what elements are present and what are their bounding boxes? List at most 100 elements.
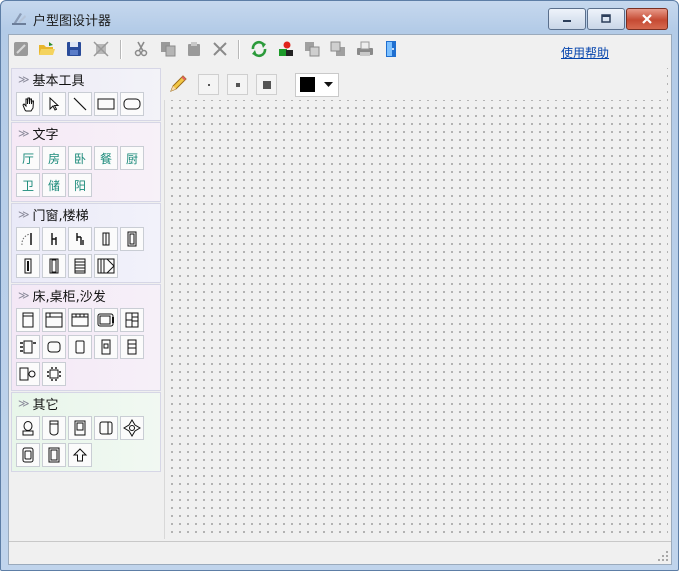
toilet-tool[interactable]: [16, 416, 40, 440]
text-tool-kitchen[interactable]: 厨: [120, 146, 144, 170]
rectangle-tool[interactable]: [94, 92, 118, 116]
large-brush-button[interactable]: [256, 74, 277, 95]
arrow-up-tool[interactable]: [68, 443, 92, 467]
print-button[interactable]: [355, 39, 375, 59]
desk-chair-tool[interactable]: [16, 362, 40, 386]
cabinet-top-tool[interactable]: [42, 308, 66, 332]
text-tool-bedroom[interactable]: 卧: [68, 146, 92, 170]
category-header[interactable]: ≫ 基本工具: [12, 69, 160, 89]
bathtub-tool[interactable]: [42, 416, 66, 440]
category-text: ≫ 文字 厅 房 卧 餐 厨 卫 储 阳: [11, 122, 161, 202]
cabinet-wide-tool[interactable]: [68, 308, 92, 332]
stairs-turn-tool[interactable]: [94, 254, 118, 278]
stove-tool[interactable]: [42, 443, 66, 467]
window-tall-tool[interactable]: [42, 254, 66, 278]
plant-tool[interactable]: [120, 416, 144, 440]
sofa-tool[interactable]: [94, 308, 118, 332]
cut-icon: [134, 41, 148, 57]
category-title: 其它: [32, 397, 59, 413]
door-right-tool[interactable]: [42, 227, 66, 251]
text-tool-balcony[interactable]: 阳: [68, 173, 92, 197]
line-tool[interactable]: [68, 92, 92, 116]
maximize-icon: [601, 14, 611, 23]
text-tool-storage[interactable]: 储: [42, 173, 66, 197]
table-chairs-tool[interactable]: [42, 362, 66, 386]
door-left-icon: [76, 233, 84, 245]
text-tool-room[interactable]: 房: [42, 146, 66, 170]
table-round-tool[interactable]: [42, 335, 66, 359]
text-tool-living[interactable]: 厅: [16, 146, 40, 170]
wardrobe-tool[interactable]: [16, 308, 40, 332]
nightstand-icon: [101, 339, 111, 355]
sink-tool[interactable]: [94, 416, 118, 440]
layers-button[interactable]: [276, 39, 296, 59]
rounded-rect-tool[interactable]: [120, 92, 144, 116]
table-rect-tool[interactable]: [68, 335, 92, 359]
close-icon: [642, 14, 652, 24]
arrow-up-icon: [72, 448, 88, 462]
new-button[interactable]: [11, 39, 31, 59]
medium-brush-icon: [235, 82, 240, 87]
resize-grip-icon[interactable]: [658, 551, 668, 561]
fridge-tool[interactable]: [68, 416, 92, 440]
category-header[interactable]: ≫ 文字: [12, 123, 160, 143]
category-header[interactable]: ≫ 门窗,楼梯: [12, 204, 160, 224]
category-header[interactable]: ≫ 床,桌柜,沙发: [12, 285, 160, 305]
bookshelf-tool[interactable]: [120, 308, 144, 332]
dining-set-tool[interactable]: [16, 335, 40, 359]
text-tool-bathroom[interactable]: 卫: [16, 173, 40, 197]
save-button[interactable]: [64, 39, 84, 59]
cut-button[interactable]: [131, 39, 151, 59]
door-left-tool[interactable]: [68, 227, 92, 251]
small-brush-button[interactable]: [198, 74, 219, 95]
bookshelf-icon: [125, 312, 139, 328]
sliding-door-tool[interactable]: [16, 254, 40, 278]
exit-button[interactable]: [381, 39, 401, 59]
washer-tool[interactable]: [16, 443, 40, 467]
drawing-canvas[interactable]: [164, 68, 668, 539]
clear-button[interactable]: [91, 39, 111, 59]
toilet-icon: [22, 421, 34, 436]
help-link[interactable]: 使用帮助: [561, 44, 609, 61]
sink-icon: [99, 421, 113, 435]
delete-button[interactable]: [210, 39, 230, 59]
stairs-turn-icon: [97, 258, 115, 274]
bring-front-button[interactable]: [302, 39, 322, 59]
rectangle-tool-icon: [97, 98, 115, 110]
select-tool[interactable]: [42, 92, 66, 116]
line-tool-icon: [73, 97, 87, 111]
dropdown-arrow-icon: [324, 82, 333, 87]
hand-tool[interactable]: [16, 92, 40, 116]
canvas-toolbar: [164, 68, 667, 100]
window-tool[interactable]: [94, 227, 118, 251]
hand-tool-icon: [22, 97, 35, 112]
copy-button[interactable]: [158, 39, 178, 59]
category-header[interactable]: ≫ 其它: [12, 393, 160, 413]
window-icon: [102, 232, 110, 246]
open-button[interactable]: [37, 39, 57, 59]
plant-icon: [123, 419, 141, 437]
window-title: 户型图设计器: [33, 14, 112, 29]
minimize-button[interactable]: [548, 8, 586, 30]
close-button[interactable]: [626, 8, 668, 30]
window-wide-tool[interactable]: [120, 227, 144, 251]
app-window: 户型图设计器 使用帮助 ≫ 基本工具 ≫ 文字 厅 房 卧 餐 厨 卫 储 阳 …: [0, 0, 679, 571]
sliding-door-icon: [24, 258, 32, 274]
paste-button[interactable]: [184, 39, 204, 59]
nightstand-tool[interactable]: [94, 335, 118, 359]
pencil-button[interactable]: [168, 74, 188, 94]
refresh-button[interactable]: [249, 39, 269, 59]
stove-icon: [48, 447, 60, 463]
stairs-tool[interactable]: [68, 254, 92, 278]
print-icon: [357, 41, 373, 56]
door-arc-tool[interactable]: [16, 227, 40, 251]
color-picker[interactable]: [295, 73, 339, 97]
medium-brush-button[interactable]: [227, 74, 248, 95]
send-back-button[interactable]: [328, 39, 348, 59]
shelf-tool[interactable]: [120, 335, 144, 359]
collapse-chevron-icon: ≫: [18, 396, 30, 410]
text-tool-dining[interactable]: 餐: [94, 146, 118, 170]
maximize-button[interactable]: [587, 8, 625, 30]
table-rect-icon: [75, 340, 85, 354]
new-icon: [14, 42, 28, 56]
